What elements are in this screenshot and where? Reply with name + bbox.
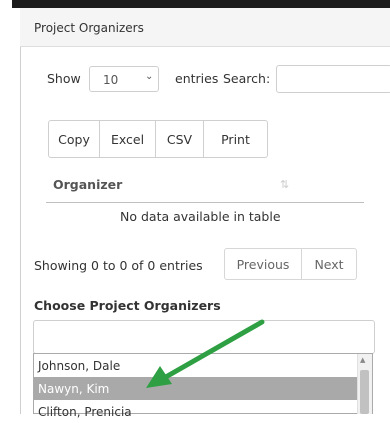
top-edge-bar xyxy=(12,0,390,8)
option-clifton-prenicia[interactable]: Clifton, Prenicia xyxy=(34,400,357,423)
search-input[interactable] xyxy=(276,65,390,93)
table-info: Showing 0 to 0 of 0 entries xyxy=(34,258,203,273)
choose-organizers-label: Choose Project Organizers xyxy=(34,298,221,313)
search-label: Search: xyxy=(223,71,271,86)
entries-length-value: 10 xyxy=(103,73,119,87)
export-button-group: Copy Excel CSV Print xyxy=(48,120,268,158)
show-label: Show xyxy=(47,71,81,86)
organizer-chooser-input[interactable] xyxy=(33,320,375,354)
option-nawyn-kim[interactable]: Nawyn, Kim xyxy=(34,377,357,400)
copy-button[interactable]: Copy xyxy=(49,121,100,157)
scrollbar-thumb[interactable] xyxy=(360,370,369,414)
entries-label: entries xyxy=(175,71,219,86)
empty-table-message: No data available in table xyxy=(120,209,281,224)
print-button[interactable]: Print xyxy=(204,121,267,157)
next-page-button[interactable]: Next xyxy=(301,248,357,280)
excel-button[interactable]: Excel xyxy=(100,121,156,157)
chevron-down-icon: ⌄ xyxy=(145,71,154,82)
sort-icon[interactable]: ⇅ xyxy=(280,178,289,191)
panel-title: Project Organizers xyxy=(34,21,144,35)
csv-button[interactable]: CSV xyxy=(156,121,204,157)
organizer-column-header[interactable]: Organizer xyxy=(53,177,122,192)
option-johnson-dale[interactable]: Johnson, Dale xyxy=(34,354,357,377)
previous-page-button[interactable]: Previous xyxy=(224,248,302,280)
scroll-up-icon[interactable]: ▲ xyxy=(360,356,365,364)
